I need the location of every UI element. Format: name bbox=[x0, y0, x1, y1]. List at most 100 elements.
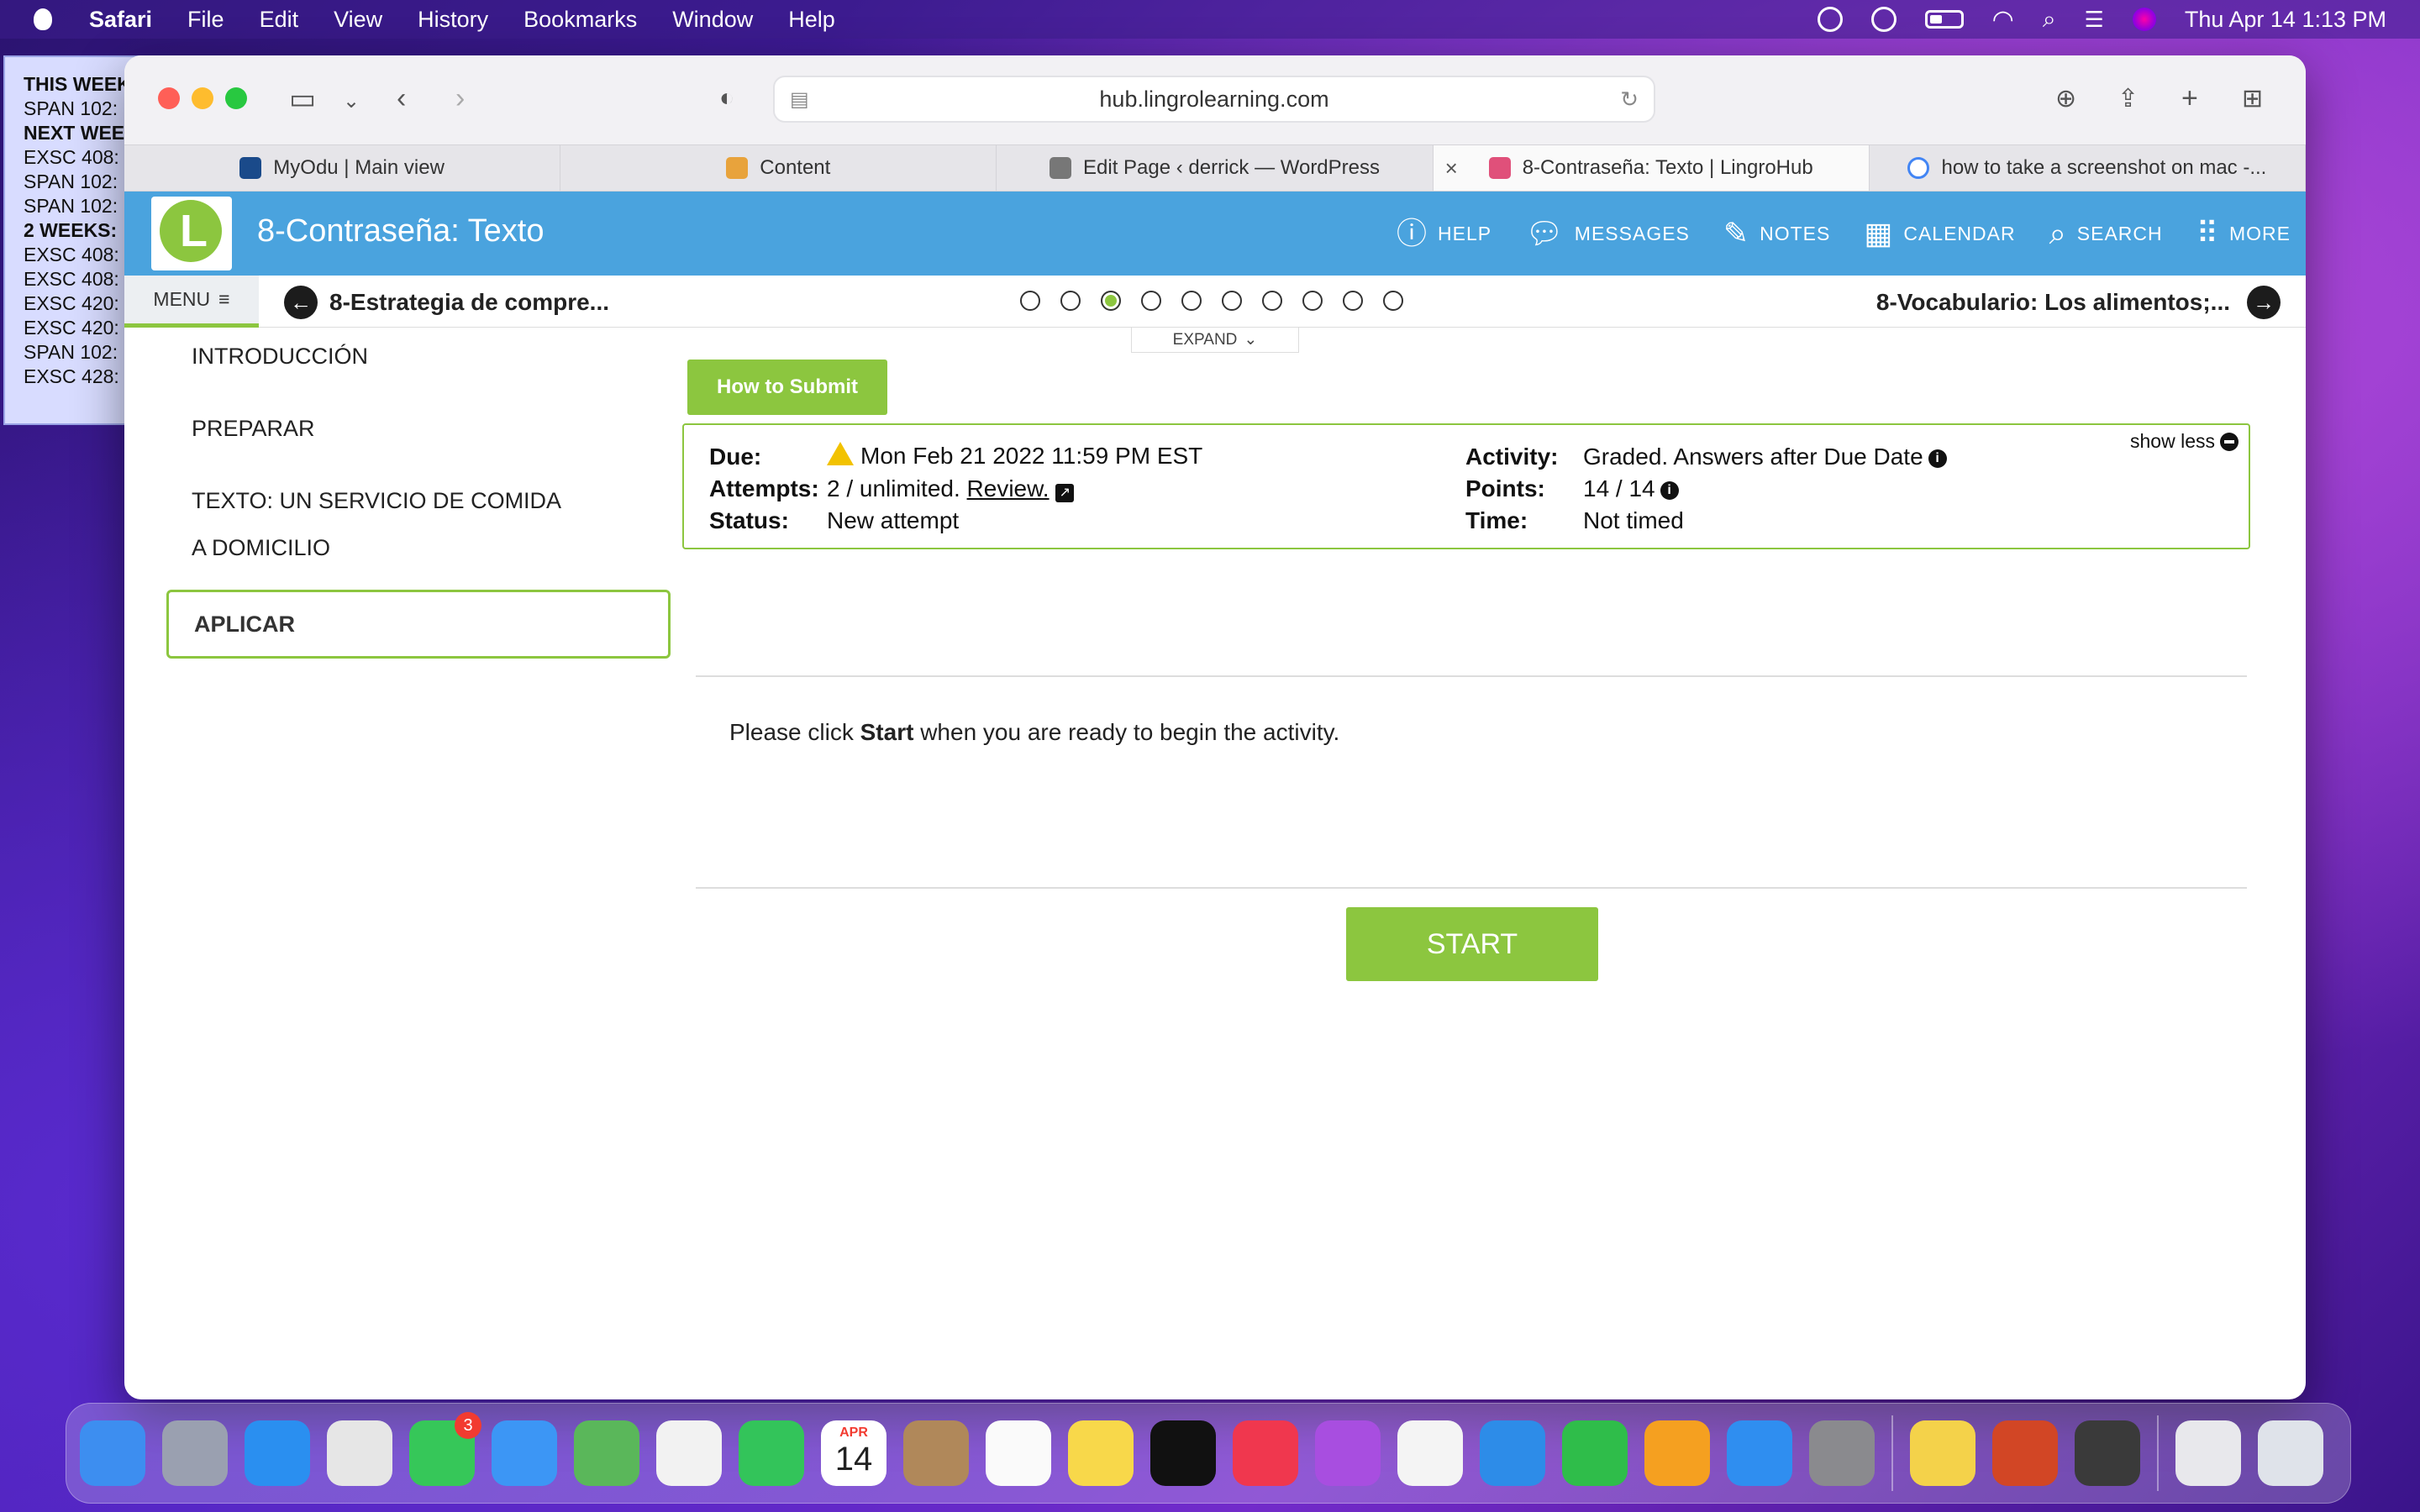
nav-calendar[interactable]: ▦ CALENDAR bbox=[1864, 218, 2015, 249]
sidebar-item-aplicar[interactable]: APLICAR bbox=[166, 590, 671, 659]
address-bar[interactable]: ▤ hub.lingrolearning.com ↻ bbox=[773, 76, 1655, 123]
nav-search[interactable]: ⌕ SEARCH bbox=[2049, 218, 2163, 249]
tab-wordpress[interactable]: Edit Page ‹ derrick — WordPress bbox=[997, 145, 1434, 191]
menu-app-name[interactable]: Safari bbox=[89, 7, 152, 33]
how-to-submit-button[interactable]: How to Submit bbox=[687, 360, 887, 415]
progress-dot[interactable] bbox=[1060, 291, 1081, 311]
maps-icon[interactable] bbox=[574, 1420, 639, 1486]
trash-icon[interactable] bbox=[2258, 1420, 2323, 1486]
tab-overview-icon[interactable]: ⊞ bbox=[2242, 84, 2263, 113]
menu-help[interactable]: Help bbox=[788, 7, 835, 33]
next-activity-link[interactable]: 8-Vocabulario: Los alimentos;... bbox=[1876, 289, 2230, 316]
control-center-icon[interactable]: ☰ bbox=[2085, 7, 2104, 33]
progress-dot[interactable] bbox=[1222, 291, 1242, 311]
tab-lingrohub[interactable]: × 8-Contraseña: Texto | LingroHub bbox=[1433, 145, 1870, 191]
prev-activity-link[interactable]: 8-Estrategia de compre... bbox=[329, 289, 609, 316]
facetime-icon[interactable] bbox=[739, 1420, 804, 1486]
mail-icon[interactable] bbox=[492, 1420, 557, 1486]
progress-dot[interactable] bbox=[1262, 291, 1282, 311]
chrome-icon[interactable] bbox=[327, 1420, 392, 1486]
music-file-icon[interactable] bbox=[2175, 1420, 2241, 1486]
menu-view[interactable]: View bbox=[334, 7, 382, 33]
battery-icon[interactable] bbox=[1924, 10, 1964, 29]
calendar-icon[interactable]: APR 14 bbox=[821, 1420, 886, 1486]
safari-icon[interactable] bbox=[245, 1420, 310, 1486]
close-tab-icon[interactable]: × bbox=[1445, 155, 1458, 181]
menu-bar: Safari File Edit View History Bookmarks … bbox=[0, 0, 2420, 39]
new-tab-icon[interactable]: + bbox=[2181, 82, 2198, 115]
powerpoint-icon[interactable] bbox=[1992, 1420, 2058, 1486]
close-window-button[interactable] bbox=[158, 87, 180, 109]
forward-icon[interactable]: › bbox=[455, 82, 465, 115]
siri-icon[interactable] bbox=[2132, 8, 2156, 31]
stickies-icon[interactable] bbox=[1910, 1420, 1975, 1486]
wifi-icon[interactable]: ◠ bbox=[1992, 5, 2014, 34]
system-preferences-icon[interactable] bbox=[1809, 1420, 1875, 1486]
tab-google-search[interactable]: how to take a screenshot on mac -... bbox=[1870, 145, 2306, 191]
quicktime-icon[interactable] bbox=[2075, 1420, 2140, 1486]
messages-icon[interactable]: 3 bbox=[409, 1412, 481, 1486]
prev-activity-arrow-icon[interactable]: ← bbox=[284, 286, 318, 319]
expand-button[interactable]: EXPAND ⌄ bbox=[1131, 328, 1299, 353]
numbers-icon[interactable] bbox=[1562, 1420, 1628, 1486]
progress-dot[interactable] bbox=[1101, 291, 1121, 311]
progress-dot[interactable] bbox=[1181, 291, 1202, 311]
reload-icon[interactable]: ↻ bbox=[1620, 87, 1639, 113]
spotlight-icon[interactable]: ⌕ bbox=[2043, 6, 2056, 34]
reminders-icon[interactable] bbox=[986, 1420, 1051, 1486]
menu-edit[interactable]: Edit bbox=[260, 7, 299, 33]
progress-dot[interactable] bbox=[1141, 291, 1161, 311]
tab-content[interactable]: Content bbox=[560, 145, 997, 191]
external-link-icon[interactable]: ↗ bbox=[1055, 484, 1075, 502]
nav-notes[interactable]: ✎ NOTES bbox=[1723, 218, 1830, 249]
show-less-toggle[interactable]: show less bbox=[2130, 430, 2238, 453]
tab-myodu[interactable]: MyOdu | Main view bbox=[124, 145, 561, 191]
play-icon[interactable] bbox=[1870, 7, 1897, 32]
zoom-window-button[interactable] bbox=[225, 87, 247, 109]
news-icon[interactable] bbox=[1397, 1420, 1463, 1486]
sidebar-item-texto[interactable]: TEXTO: UN SERVICIO DE COMIDA A DOMICILIO bbox=[166, 477, 603, 571]
share-icon[interactable]: ⇪ bbox=[2118, 84, 2139, 113]
launchpad-icon[interactable] bbox=[162, 1420, 228, 1486]
finder-icon[interactable] bbox=[80, 1420, 145, 1486]
back-icon[interactable]: ‹ bbox=[397, 82, 406, 115]
review-link[interactable]: Review. bbox=[967, 475, 1050, 501]
menu-history[interactable]: History bbox=[418, 7, 488, 33]
info-icon[interactable]: i bbox=[1660, 480, 1679, 500]
apple-menu-icon[interactable] bbox=[34, 8, 52, 30]
podcasts-icon[interactable] bbox=[1315, 1420, 1381, 1486]
next-activity-arrow-icon[interactable]: → bbox=[2247, 286, 2281, 319]
menu-button[interactable]: MENU ≡ bbox=[124, 276, 259, 328]
menu-clock[interactable]: Thu Apr 14 1:13 PM bbox=[2185, 7, 2386, 33]
progress-dot[interactable] bbox=[1302, 291, 1323, 311]
apple-tv-icon[interactable] bbox=[1150, 1420, 1216, 1486]
progress-dot[interactable] bbox=[1383, 291, 1403, 311]
music-icon[interactable] bbox=[1233, 1420, 1298, 1486]
app-store-icon[interactable] bbox=[1727, 1420, 1792, 1486]
pages-icon[interactable] bbox=[1644, 1420, 1710, 1486]
browser-toolbar: ▭ ⌄ ‹ › ◐ ▤ hub.lingrolearning.com ↻ ⊕ ⇪… bbox=[124, 55, 2306, 144]
lingro-logo[interactable] bbox=[151, 197, 232, 270]
menu-bookmarks[interactable]: Bookmarks bbox=[523, 7, 637, 33]
notes-icon[interactable] bbox=[1068, 1420, 1134, 1486]
info-icon[interactable]: i bbox=[1928, 449, 1947, 468]
menu-file[interactable]: File bbox=[187, 7, 224, 33]
privacy-shield-icon[interactable]: ◐ bbox=[719, 84, 734, 113]
contacts-icon[interactable] bbox=[903, 1420, 969, 1486]
keynote-icon[interactable] bbox=[1480, 1420, 1545, 1486]
screen-record-icon[interactable] bbox=[1817, 7, 1843, 32]
sidebar-item-introduccion[interactable]: INTRODUCCIÓN bbox=[166, 333, 671, 380]
minimize-window-button[interactable] bbox=[192, 87, 213, 109]
chevron-down-icon[interactable]: ⌄ bbox=[343, 89, 360, 113]
photos-icon[interactable] bbox=[656, 1420, 722, 1486]
sidebar-item-preparar[interactable]: PREPARAR bbox=[166, 405, 671, 452]
downloads-icon[interactable]: ⊕ bbox=[2055, 84, 2076, 113]
nav-more[interactable]: ⠿ MORE bbox=[2196, 218, 2291, 249]
menu-window[interactable]: Window bbox=[672, 7, 753, 33]
nav-help[interactable]: ⓘ HELP bbox=[1397, 218, 1491, 249]
start-button[interactable]: START bbox=[1346, 907, 1598, 981]
progress-dot[interactable] bbox=[1020, 291, 1040, 311]
progress-dot[interactable] bbox=[1343, 291, 1363, 311]
sidebar-toggle-icon[interactable]: ▭ bbox=[289, 82, 316, 116]
nav-messages[interactable]: 💬︎ MESSAGES bbox=[1525, 218, 1690, 249]
